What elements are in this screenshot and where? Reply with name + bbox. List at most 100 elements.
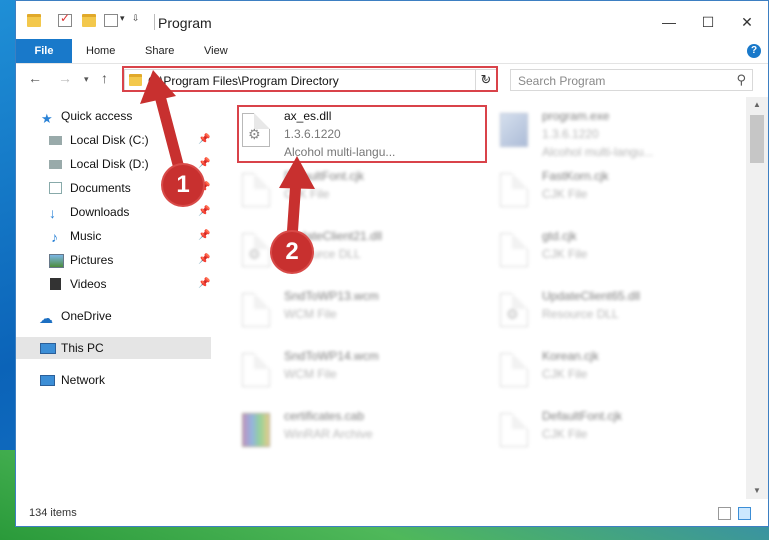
scroll-down-icon[interactable]: ▼ [746,483,768,499]
up-arrow-icon[interactable]: ↑ [101,70,108,86]
cloud-icon: ☁ [39,310,53,326]
documents-icon [49,182,62,194]
properties-check-icon[interactable] [58,11,72,27]
large-icons-view-icon[interactable] [738,507,751,520]
navigation-pane: ★ Quick access Local Disk (C:) 📌 Local D… [16,97,211,497]
customize-icon[interactable] [104,14,118,27]
pin-icon[interactable]: 📌 [198,225,210,247]
file-item[interactable]: SndToWP14.wcm WCM File [212,345,452,403]
document-icon [242,353,270,387]
scrollbar-thumb[interactable] [750,115,764,163]
pin-icon[interactable]: 📌 [198,153,210,175]
pictures-icon [49,254,64,268]
item-count: 134 items [29,507,77,519]
pin-icon[interactable]: 📌 [198,201,210,223]
file-name: UpdateClient65.dll [542,289,641,303]
step-2-badge: 2 [272,232,312,272]
tab-view[interactable]: View [204,39,228,63]
folder-icon [27,14,41,27]
nav-local-disk-c[interactable]: Local Disk (C:) 📌 [16,129,211,151]
file-name: DefaultFont.cjk [542,409,623,423]
downloads-icon: ↓ [49,205,56,221]
file-type: CJK File [542,247,588,261]
star-icon: ★ [41,111,53,126]
pin-icon[interactable]: 📌 [198,249,210,271]
tab-share[interactable]: Share [145,39,174,63]
file-name: certificates.cab [284,409,365,423]
new-folder-icon[interactable] [82,14,96,27]
document-icon [500,173,528,207]
nav-network[interactable]: Network [16,369,211,391]
file-item[interactable]: Korean.cjk CJK File [470,345,710,403]
file-type: WinRAR Archive [284,427,373,441]
nav-documents-label: Documents [70,181,131,195]
document-icon [500,353,528,387]
tab-home[interactable]: Home [86,39,115,63]
step-1-badge: 1 [163,165,203,205]
nav-videos[interactable]: Videos 📌 [16,273,211,295]
file-type: WCM File [284,367,337,381]
search-input[interactable]: Search Program ⚲ [510,69,753,91]
file-name: gtd.cjk [542,229,577,243]
qat-dropdown-icon[interactable]: ⇩ [132,13,140,24]
tab-file[interactable]: File [16,39,72,63]
file-item[interactable]: DefaultFont.cjk CJK File [212,165,452,223]
file-name: SndToWP13.wcm [284,289,379,303]
dll-icon: ⚙ [242,233,270,267]
file-name: FastKorn.cjk [542,169,609,183]
forward-arrow-icon[interactable]: → [58,70,72,86]
gear-icon: ⚙ [506,306,519,322]
file-name: Korean.cjk [542,349,599,363]
recent-locations-chevron-icon[interactable]: ▾ [84,74,89,85]
winrar-icon [242,413,270,447]
vertical-scrollbar[interactable]: ▲ ▼ [746,97,768,499]
file-item[interactable]: ⚙ UpdateClient65.dll Resource DLL [470,285,710,343]
file-item[interactable]: certificates.cab WinRAR Archive [212,405,452,463]
file-item[interactable]: FastKorn.cjk CJK File [470,165,710,223]
file-type: Resource DLL [542,307,619,321]
back-arrow-icon[interactable]: ← [28,70,42,86]
file-name: program.exe [542,109,610,123]
nav-music[interactable]: ♪ Music 📌 [16,225,211,247]
file-item[interactable]: DefaultFont.cjk CJK File [470,405,710,463]
details-view-icon[interactable] [718,507,731,520]
network-icon [40,375,55,386]
maximize-button[interactable]: ☐ [688,11,728,33]
music-icon: ♪ [51,229,58,245]
nav-quick-access-label: Quick access [61,109,133,123]
file-item-program-exe[interactable]: program.exe 1.3.6.1220 Alcohol multi-lan… [470,105,710,163]
nav-onedrive-label: OneDrive [61,309,112,323]
window-title: Program [158,15,212,31]
file-type: WCM File [284,307,337,321]
nav-this-pc[interactable]: This PC [16,337,211,359]
dll-icon: ⚙ [500,293,528,327]
close-button[interactable]: ✕ [727,11,767,33]
document-icon [242,173,270,207]
document-icon [500,233,528,267]
nav-onedrive[interactable]: ☁ OneDrive [16,305,211,327]
ribbon-tabs: File Home Share View ? [16,39,768,64]
nav-local-disk-c-label: Local Disk (C:) [70,133,149,147]
nav-this-pc-label: This PC [61,341,104,355]
pin-icon[interactable]: 📌 [198,273,210,295]
nav-videos-label: Videos [70,277,107,291]
nav-pictures[interactable]: Pictures 📌 [16,249,211,271]
file-highlight-box [237,105,487,163]
file-type: CJK File [284,187,330,201]
address-highlight-box [122,66,498,92]
minimize-button[interactable]: — [649,11,689,33]
nav-quick-access[interactable]: ★ Quick access [16,105,211,127]
gear-icon: ⚙ [248,246,261,262]
drive-icon [49,160,62,169]
nav-music-label: Music [70,229,102,243]
nav-downloads-label: Downloads [70,205,130,219]
pin-icon[interactable]: 📌 [198,129,210,151]
status-bar: 134 items [16,501,768,526]
file-item[interactable]: gtd.cjk CJK File [470,225,710,283]
help-icon[interactable]: ? [747,44,761,58]
file-item[interactable]: SndToWP13.wcm WCM File [212,285,452,343]
file-type: CJK File [542,367,588,381]
file-item[interactable]: ⚙ UpdateClient21.dll Resource DLL [212,225,452,283]
chevron-down-icon[interactable]: ▾ [120,13,125,24]
scroll-up-icon[interactable]: ▲ [746,97,768,113]
